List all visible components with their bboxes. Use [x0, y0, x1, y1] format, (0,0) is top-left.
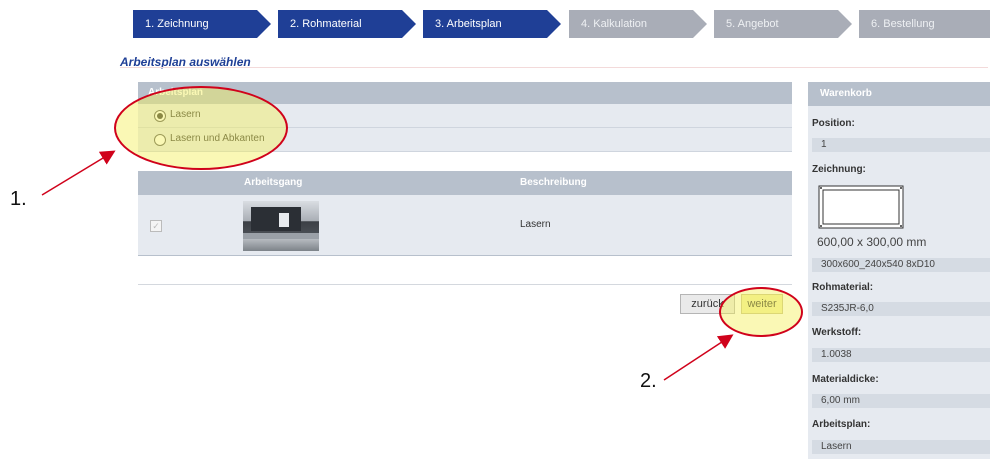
annotation-number-2: 2.	[640, 370, 657, 392]
arrow-two	[663, 334, 734, 381]
arrow-one	[41, 150, 116, 196]
annotation-arrows	[41, 150, 734, 381]
annotation-number-1: 1.	[10, 188, 27, 210]
